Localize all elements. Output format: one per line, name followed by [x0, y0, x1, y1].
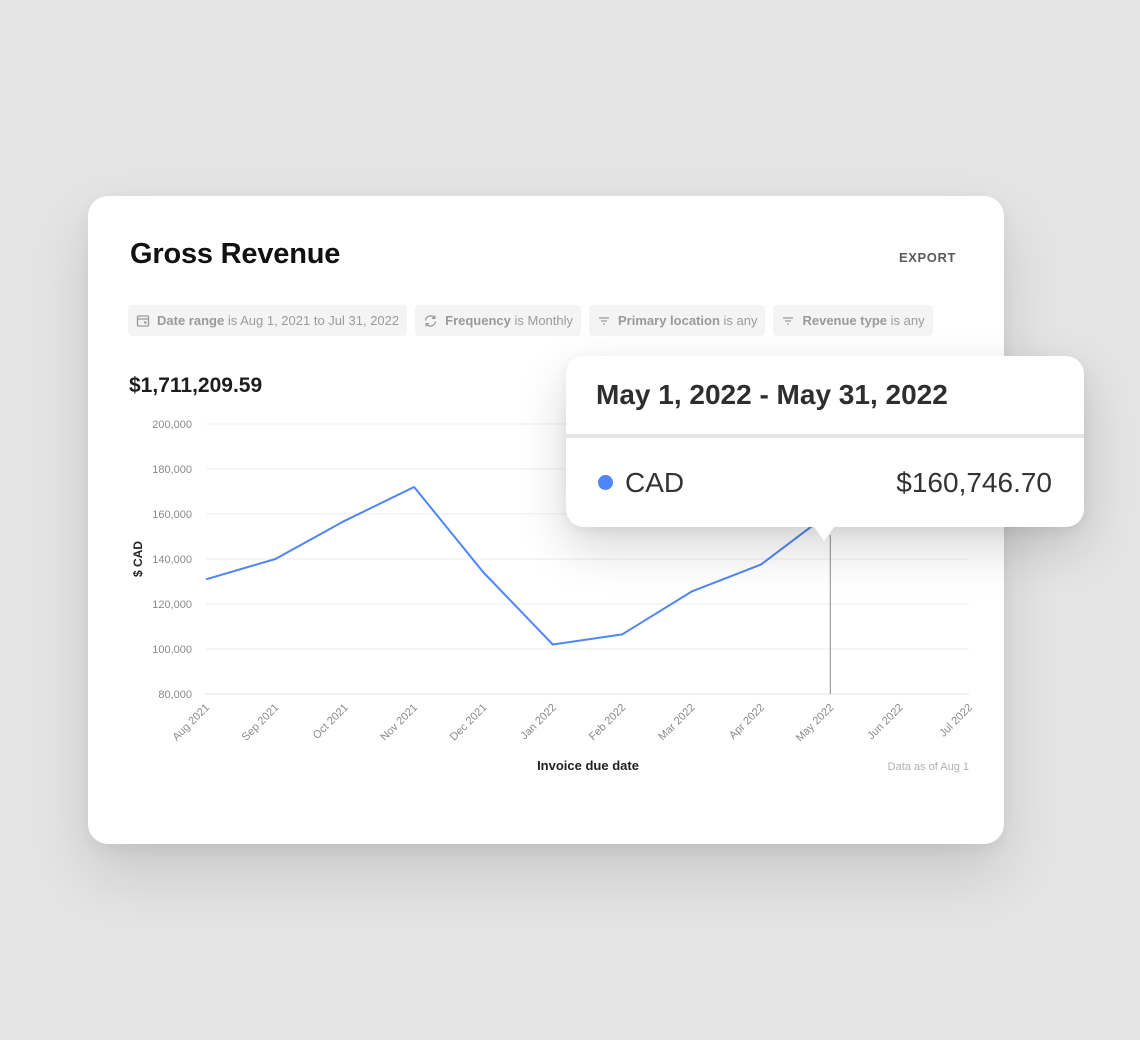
y-tick-label: 120,000	[152, 599, 192, 611]
x-tick-label: May 2022	[794, 702, 837, 745]
tooltip-value: $160,746.70	[896, 466, 1052, 498]
y-tick-label: 80,000	[158, 689, 192, 701]
x-axis-label: Invoice due date	[537, 758, 639, 773]
tooltip-series-label: CAD	[625, 466, 685, 498]
y-tick-label: 180,000	[152, 464, 192, 476]
y-axis-label: $ CAD	[131, 541, 145, 577]
x-tick-label: Nov 2021	[378, 702, 420, 744]
x-tick-label: Mar 2022	[656, 702, 697, 743]
x-tick-label: Sep 2021	[240, 702, 282, 744]
x-tick-label: Aug 2021	[170, 702, 212, 744]
y-tick-label: 200,000	[152, 419, 192, 431]
x-tick-label: Jun 2022	[865, 702, 905, 742]
tooltip-series-row: CAD $160,746.70	[566, 438, 1084, 527]
y-tick-label: 100,000	[152, 644, 192, 656]
x-tick-label: Apr 2022	[727, 702, 767, 742]
x-tick-label: Jan 2022	[518, 702, 558, 742]
tooltip-pointer	[814, 527, 834, 541]
tooltip-date-range: May 1, 2022 - May 31, 2022	[566, 356, 1084, 438]
y-tick-label: 140,000	[152, 554, 192, 566]
data-freshness-note: Data as of Aug 1	[888, 761, 969, 773]
x-tick-label: Dec 2021	[448, 702, 490, 744]
chart-tooltip: May 1, 2022 - May 31, 2022 CAD $160,746.…	[566, 356, 1084, 541]
series-color-dot	[598, 475, 613, 490]
y-tick-label: 160,000	[152, 509, 192, 521]
x-tick-label: Oct 2021	[311, 702, 351, 742]
x-tick-label: Feb 2022	[587, 702, 628, 743]
x-tick-label: Jul 2022	[937, 702, 975, 740]
